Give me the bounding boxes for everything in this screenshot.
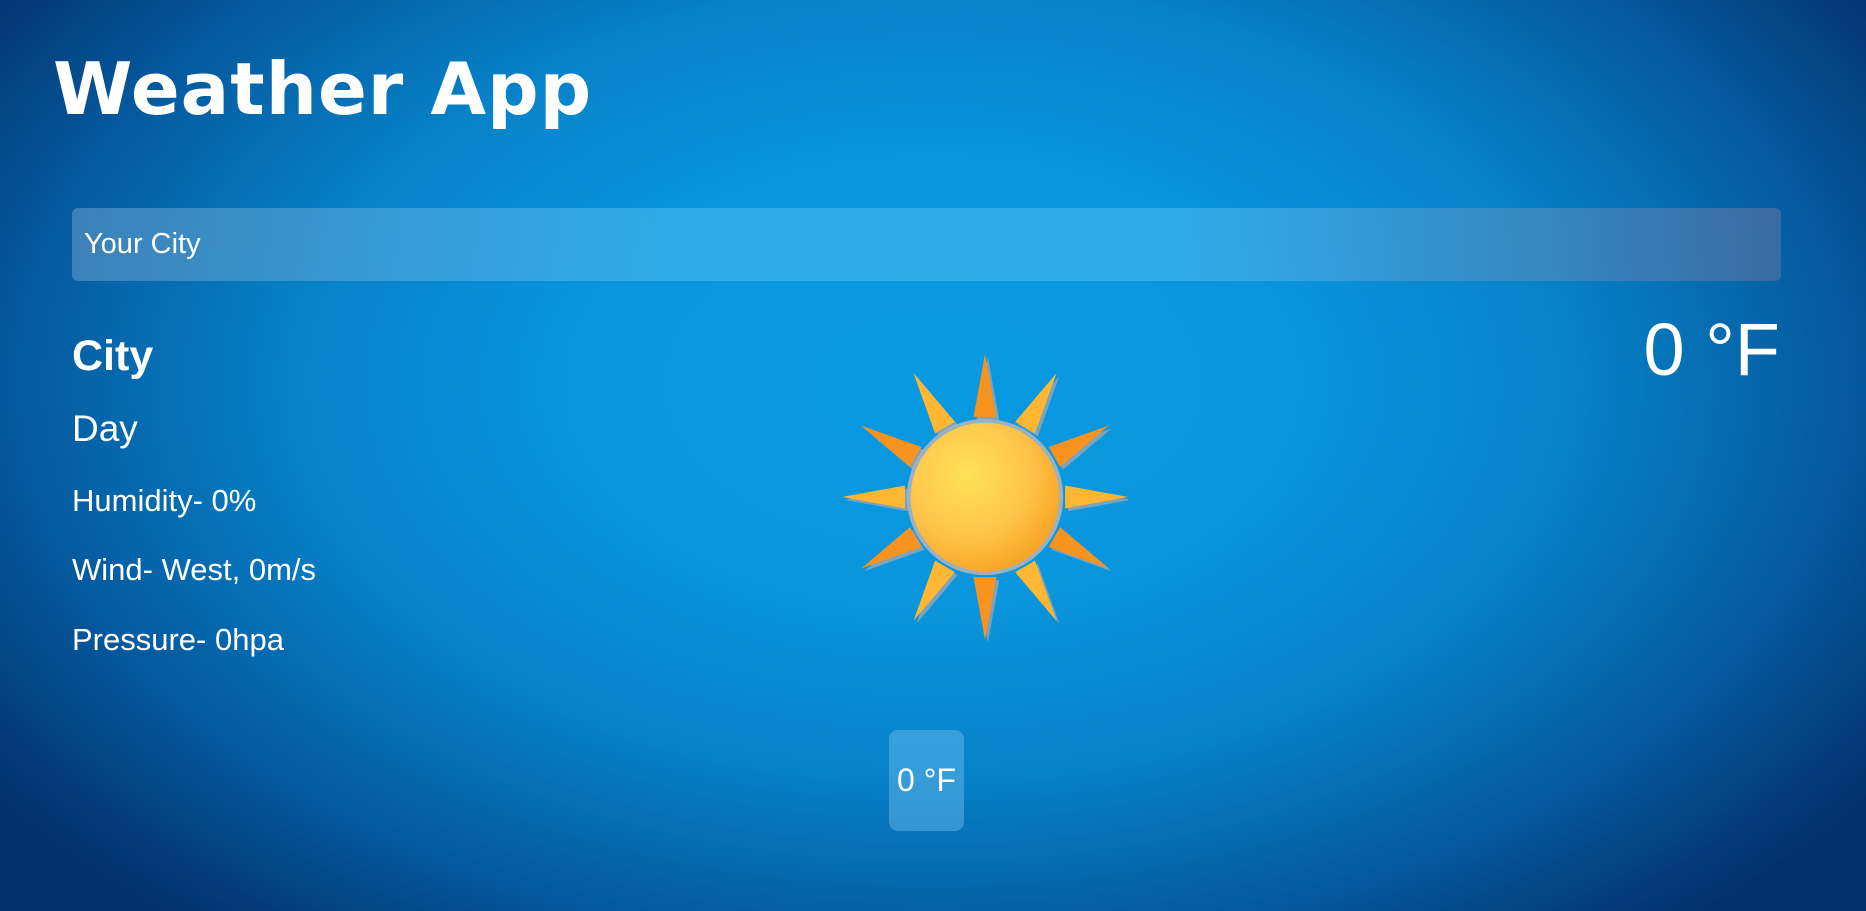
day-label: Day	[72, 408, 138, 449]
city-name: City	[72, 332, 154, 380]
sun-ray	[1015, 560, 1057, 621]
forecast-temperature: 0 °F	[896, 762, 957, 798]
app-title: Weather App	[53, 47, 593, 131]
sun-ray	[1048, 425, 1109, 467]
sun-ray	[861, 425, 922, 467]
forecast-day-card[interactable]: 0 °F	[889, 730, 964, 831]
sun-ray	[1048, 527, 1109, 569]
wind-stat: Wind- West, 0m/s	[72, 552, 317, 587]
humidity-stat: Humidity- 0%	[72, 483, 257, 518]
current-temperature: 0 °F	[1643, 308, 1780, 391]
sun-ray	[913, 560, 955, 621]
sun-ray	[913, 373, 955, 434]
sun-ray	[1015, 373, 1057, 434]
sun-ray	[861, 527, 922, 569]
current-weather-details: City Day Humidity- 0% Wind- West, 0m/s P…	[72, 330, 316, 657]
sun-icon	[842, 354, 1128, 642]
city-search-input[interactable]	[72, 208, 1781, 281]
pressure-stat: Pressure- 0hpa	[72, 622, 284, 657]
